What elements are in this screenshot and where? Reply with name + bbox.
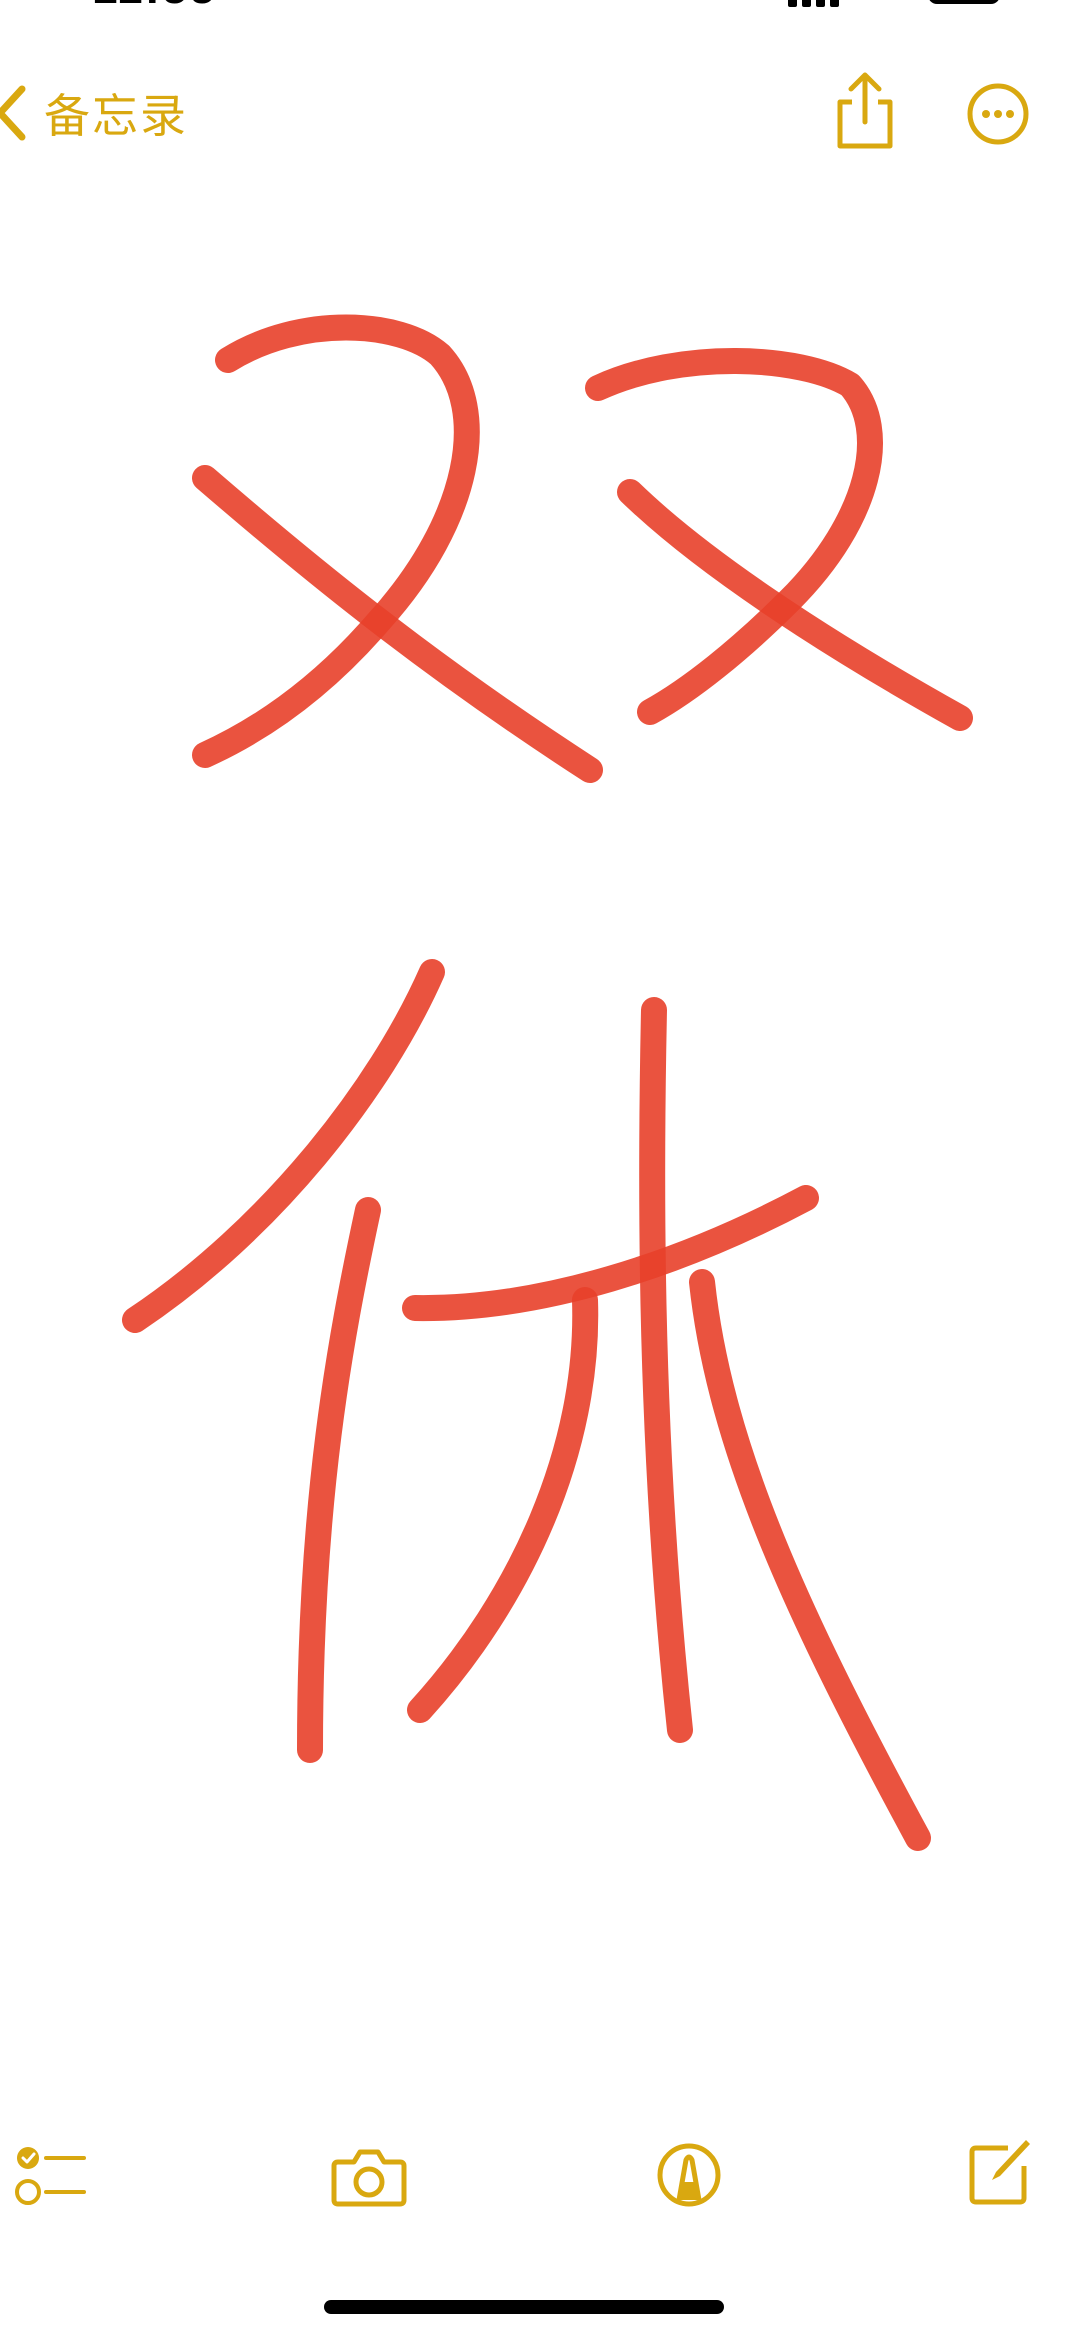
- ink-stroke: [639, 997, 693, 1743]
- compose-icon[interactable]: [968, 2136, 1034, 2210]
- ink-stroke: [407, 1287, 599, 1723]
- ink-stroke: [689, 1269, 931, 1851]
- markup-pen-icon[interactable]: [656, 2142, 722, 2212]
- ink-stroke: [297, 1197, 381, 1763]
- ink-stroke: [192, 314, 480, 768]
- home-indicator[interactable]: [324, 2300, 724, 2314]
- bottom-toolbar: [0, 2130, 1080, 2230]
- ink-stroke: [585, 348, 883, 725]
- drawing-canvas[interactable]: [0, 0, 1080, 2338]
- checklist-icon[interactable]: [14, 2144, 86, 2212]
- ink-stroke: [122, 959, 445, 1333]
- camera-icon[interactable]: [330, 2146, 408, 2212]
- ink-stroke: [402, 1185, 819, 1322]
